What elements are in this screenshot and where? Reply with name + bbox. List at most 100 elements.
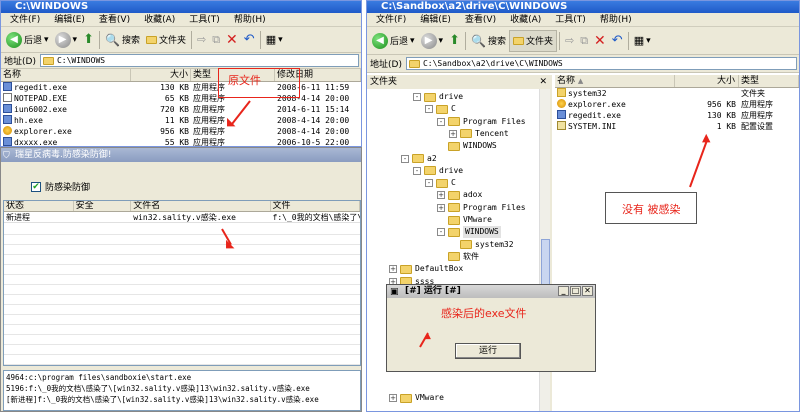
tree-node[interactable]: VMware: [437, 214, 492, 226]
right-window-title[interactable]: C:\Sandbox\a2\drive\C\WINDOWS: [367, 1, 799, 13]
menu-help[interactable]: 帮助(H): [593, 13, 639, 26]
col-filename[interactable]: 文件名: [131, 201, 271, 211]
expand-icon[interactable]: +: [437, 203, 445, 212]
maximize-icon[interactable]: □: [570, 286, 581, 296]
tree-node[interactable]: + Program Files: [437, 202, 526, 214]
folder-icon: [412, 154, 424, 163]
menu-file[interactable]: 文件(F): [369, 13, 413, 26]
run-dialog-title[interactable]: ▣ [#] 运行 [#] _ □ ✕: [387, 285, 595, 298]
col-name[interactable]: 名称: [1, 69, 131, 81]
search-icon: 🔍: [104, 32, 120, 47]
run-button[interactable]: 运行: [455, 343, 521, 359]
views-button[interactable]: ▦ ▾: [263, 29, 286, 51]
table-row[interactable]: explorer.exe 956 KB 应用程序 2008-4-14 20:00: [1, 126, 361, 137]
infection-defense-checkbox-row[interactable]: ✔ 防感染防御: [31, 180, 90, 193]
tree-node[interactable]: -C: [425, 103, 456, 115]
table-row[interactable]: SYSTEM.INI 1 KB 配置设置: [555, 121, 799, 132]
table-row[interactable]: regedit.exe 130 KB 应用程序: [555, 110, 799, 121]
col-file[interactable]: 文件: [271, 201, 360, 211]
tree-node[interactable]: - a2: [401, 153, 437, 165]
folders-button[interactable]: 文件夹: [143, 29, 189, 51]
menu-edit[interactable]: 编辑(E): [47, 13, 92, 26]
menu-favorites[interactable]: 收藏(A): [137, 13, 182, 26]
search-button[interactable]: 🔍 搜索: [468, 30, 509, 52]
col-safe[interactable]: 安全: [74, 201, 132, 211]
collapse-icon[interactable]: -: [425, 179, 433, 188]
up-folder-button[interactable]: ⬆: [446, 30, 463, 52]
forward-button[interactable]: ▶ ▾: [418, 30, 447, 52]
collapse-icon[interactable]: -: [413, 93, 421, 101]
delete-button[interactable]: ✕: [591, 30, 609, 52]
table-row[interactable]: 新进程 win32.sality.v感染.exe f:\_0我的文档\感染了\: [4, 212, 360, 223]
expand-icon[interactable]: +: [389, 265, 397, 274]
table-row[interactable]: regedit.exe 130 KB 应用程序 2008-6-11 11:59: [1, 82, 361, 93]
copy-to-button[interactable]: ⧉: [209, 29, 223, 51]
col-size[interactable]: 大小: [675, 75, 739, 87]
back-button[interactable]: ◀ 后退 ▾: [3, 29, 52, 51]
menu-favorites[interactable]: 收藏(A): [503, 13, 548, 26]
menu-edit[interactable]: 编辑(E): [413, 13, 458, 26]
tree-node-vmware-bottom[interactable]: + VMware: [389, 392, 444, 404]
move-to-button[interactable]: ⇨: [562, 30, 577, 52]
tree-node[interactable]: - WINDOWS: [437, 226, 501, 239]
menu-tools[interactable]: 工具(T): [182, 13, 227, 26]
tree-node[interactable]: WINDOWS: [437, 140, 497, 152]
collapse-icon[interactable]: -: [437, 228, 445, 237]
address-input[interactable]: C:\Sandbox\a2\drive\C\WINDOWS: [405, 57, 797, 70]
views-button[interactable]: ▦ ▾: [631, 30, 654, 52]
table-row[interactable]: hh.exe 11 KB 应用程序 2008-4-14 20:00: [1, 115, 361, 126]
collapse-icon[interactable]: -: [437, 117, 445, 126]
views-icon: ▦: [633, 34, 645, 47]
tree-node[interactable]: + DefaultBox: [389, 263, 463, 275]
expand-icon[interactable]: +: [389, 394, 397, 402]
annotation-original-file: 原文件: [228, 74, 261, 87]
tree-node[interactable]: 软件: [437, 251, 479, 263]
menu-help[interactable]: 帮助(H): [227, 13, 273, 26]
tree-node[interactable]: + Tencent: [449, 128, 509, 140]
menu-tools[interactable]: 工具(T): [548, 13, 593, 26]
close-icon[interactable]: ✕: [582, 286, 593, 296]
col-status[interactable]: 状态: [4, 201, 74, 211]
address-input[interactable]: C:\WINDOWS: [39, 54, 359, 67]
delete-button[interactable]: ✕: [223, 29, 241, 51]
undo-button[interactable]: ↶: [241, 29, 258, 51]
table-row[interactable]: iun6002.exe 720 KB 应用程序 2014-6-11 15:14: [1, 104, 361, 115]
checkbox[interactable]: ✔: [31, 181, 41, 192]
menu-view[interactable]: 查看(V): [92, 13, 137, 26]
search-icon: 🔍: [470, 33, 486, 48]
back-button[interactable]: ◀ 后退 ▾: [369, 30, 418, 52]
collapse-icon[interactable]: -: [425, 105, 433, 114]
tree-node[interactable]: - drive: [413, 91, 463, 103]
table-gridlines: [4, 225, 360, 365]
menu-file[interactable]: 文件(F): [3, 13, 47, 26]
folders-button[interactable]: 文件夹: [508, 29, 557, 52]
up-folder-button[interactable]: ⬆: [80, 29, 97, 51]
tree-node[interactable]: - Program Files: [437, 116, 526, 128]
tree-node[interactable]: -C: [425, 177, 456, 189]
folder-icon: [460, 240, 472, 250]
tree-node[interactable]: - drive: [413, 165, 463, 177]
table-row[interactable]: NOTEPAD.EXE 65 KB 应用程序 2008-4-14 20:00: [1, 93, 361, 104]
close-icon[interactable]: ✕: [539, 75, 547, 89]
folder-icon: [436, 178, 448, 188]
expand-icon[interactable]: +: [449, 129, 457, 138]
menu-view[interactable]: 查看(V): [458, 13, 503, 26]
search-button[interactable]: 🔍 搜索: [102, 29, 143, 51]
table-row[interactable]: system32 文件夹: [555, 88, 799, 99]
tree-node[interactable]: + adox: [437, 189, 482, 201]
collapse-icon[interactable]: -: [413, 166, 421, 175]
col-size[interactable]: 大小: [131, 69, 191, 81]
move-to-button[interactable]: ⇨: [194, 29, 209, 51]
table-row[interactable]: explorer.exe 956 KB 应用程序: [555, 99, 799, 110]
col-type[interactable]: 类型: [739, 75, 799, 87]
undo-button[interactable]: ↶: [609, 30, 626, 52]
collapse-icon[interactable]: -: [401, 154, 409, 163]
forward-button[interactable]: ▶ ▾: [52, 29, 81, 51]
tree-node[interactable]: system32: [449, 239, 514, 251]
copy-to-button[interactable]: ⧉: [577, 30, 591, 52]
col-name[interactable]: 名称 ▲: [555, 75, 675, 87]
folder-icon: [424, 166, 436, 176]
minimize-icon[interactable]: _: [558, 286, 569, 296]
expand-icon[interactable]: +: [437, 191, 445, 200]
left-window-title[interactable]: C:\WINDOWS: [1, 1, 361, 13]
